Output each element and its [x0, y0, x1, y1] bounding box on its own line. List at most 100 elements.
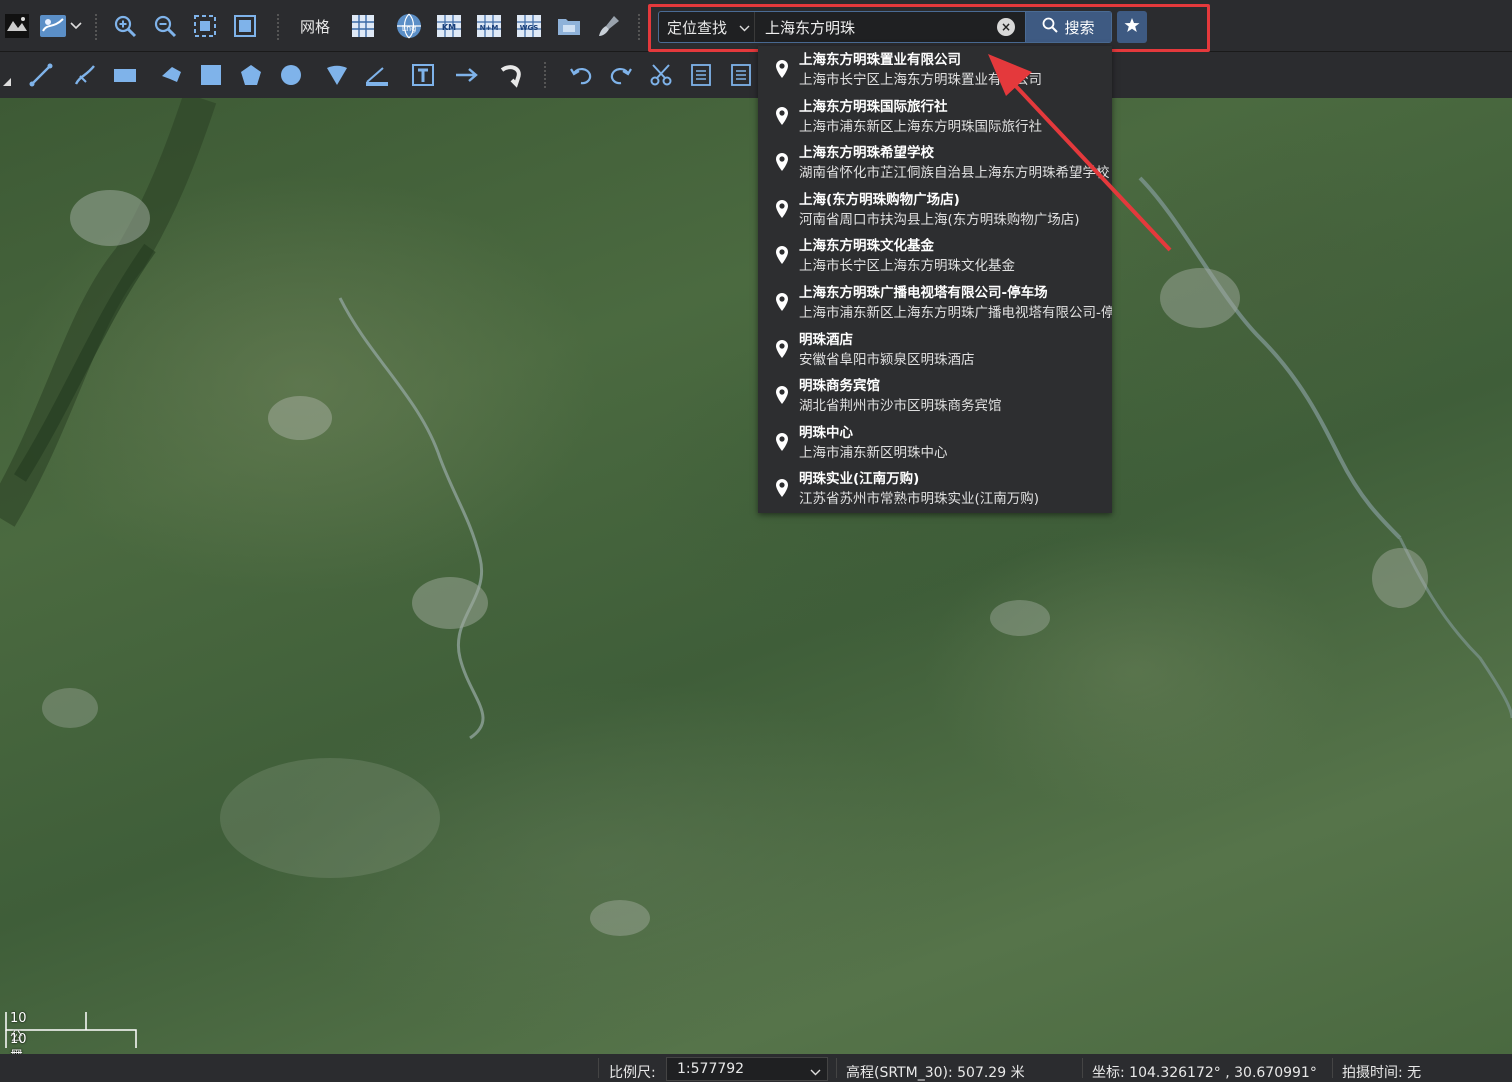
result-address: 上海市长宁区上海东方明珠置业有限公司: [799, 72, 1042, 88]
search-mode-label: 定位查找: [667, 18, 728, 37]
measure-tool-icon[interactable]: [362, 60, 392, 90]
location-pin-icon: [776, 432, 788, 455]
text-tool-icon[interactable]: [408, 60, 438, 90]
square-tool-icon[interactable]: [196, 60, 226, 90]
zoom-in-icon[interactable]: [110, 11, 140, 41]
result-name: 明珠实业(江南万购): [799, 471, 920, 488]
grid-label[interactable]: 网格: [300, 16, 330, 37]
km-grid-icon[interactable]: KM: [434, 11, 464, 41]
location-pin-icon: [776, 293, 788, 315]
list-item[interactable]: 明珠商务宾馆 湖北省荆州市沙市区明珠商务宾馆: [758, 374, 1112, 421]
app-logo-icon[interactable]: [2, 11, 32, 41]
location-pin-icon: [776, 106, 788, 129]
list-icon[interactable]: [686, 60, 716, 90]
result-address: 江苏省苏州市常熟市明珠实业(江南万购): [799, 491, 1040, 508]
point-tool-icon[interactable]: [0, 60, 14, 90]
scale-value: 1:577792: [677, 1061, 745, 1077]
list-item[interactable]: 上海东方明珠希望学校 湖南省怀化市芷江侗族自治县上海东方明珠希望学校: [758, 141, 1112, 188]
result-name: 明珠商务宾馆: [799, 378, 880, 395]
zoom-out-icon[interactable]: [150, 11, 180, 41]
polygon-outline-tool-icon[interactable]: [156, 60, 186, 90]
elevation-readout: 高程(SRTM_30): 507.29 米: [846, 1065, 1025, 1081]
result-address: 河南省周口市扶沟县上海(东方明珠购物广场店): [799, 211, 1080, 228]
result-name: 上海(东方明珠购物广场店): [799, 191, 960, 208]
map-source-icon[interactable]: [38, 11, 68, 41]
result-name: 上海东方明珠希望学校: [799, 145, 934, 162]
search-button[interactable]: 搜索: [1025, 12, 1111, 42]
polyline-tool-icon[interactable]: [26, 60, 56, 90]
status-divider: [836, 1058, 837, 1078]
coordinate-readout: 坐标: 104.326172° , 30.670991°: [1092, 1065, 1317, 1081]
scale-select[interactable]: 1:577792: [666, 1057, 828, 1081]
rectangle-tool-icon[interactable]: [110, 60, 140, 90]
search-icon: [1042, 17, 1059, 37]
pentagon-tool-icon[interactable]: [236, 60, 266, 90]
svg-text:WGS: WGS: [520, 24, 539, 32]
redo-icon[interactable]: [606, 60, 636, 90]
status-divider: [1332, 1058, 1333, 1078]
folder-icon[interactable]: [554, 11, 584, 41]
satellite-map[interactable]: [0, 98, 1512, 1054]
clear-brush-icon[interactable]: [594, 11, 624, 41]
status-bar: 比例尺: 1:577792 高程(SRTM_30): 507.29 米 坐标: …: [0, 1054, 1512, 1082]
layer-list-icon[interactable]: [726, 60, 756, 90]
search-mode-select[interactable]: 定位查找: [659, 12, 755, 42]
fullscreen-icon[interactable]: [230, 11, 260, 41]
sector-tool-icon[interactable]: [322, 60, 352, 90]
search-bar: 定位查找 × 搜索: [658, 11, 1112, 43]
result-address: 安徽省阜阳市颍泉区明珠酒店: [799, 351, 975, 368]
list-item[interactable]: 上海东方明珠文化基金 上海市长宁区上海东方明珠文化基金: [758, 234, 1112, 281]
list-item[interactable]: 明珠酒店 安徽省阜阳市颍泉区明珠酒店: [758, 328, 1112, 375]
curve-arrow-tool-icon[interactable]: [496, 60, 526, 90]
result-address: 上海市长宁区上海东方明珠文化基金: [799, 258, 1015, 275]
list-item[interactable]: 上海东方明珠国际旅行社 上海市浦东新区上海东方明珠国际旅行社: [758, 95, 1112, 142]
nm-grid-icon[interactable]: N+M: [474, 11, 504, 41]
toolbar-separator: [544, 62, 548, 88]
undo-icon[interactable]: [566, 60, 596, 90]
search-results-dropdown: 上海东方明珠置业有限公司 上海市长宁区上海东方明珠置业有限公司 上海东方明珠国际…: [758, 46, 1112, 513]
favorite-button[interactable]: [1117, 11, 1147, 43]
result-address: 上海市浦东新区明珠中心: [799, 444, 948, 461]
location-pin-icon: [776, 60, 788, 82]
status-divider: [598, 1058, 599, 1078]
location-pin-icon: [776, 479, 788, 501]
zoom-extent-icon[interactable]: [190, 11, 220, 41]
toolbar-separator: [638, 14, 642, 40]
search-button-label: 搜索: [1064, 18, 1095, 37]
svg-text:Lng: Lng: [402, 24, 417, 33]
search-input[interactable]: [755, 12, 997, 42]
result-name: 明珠酒店: [799, 331, 853, 348]
lnglat-grid-icon[interactable]: Lng: [394, 11, 424, 41]
list-item[interactable]: 上海东方明珠置业有限公司 上海市长宁区上海东方明珠置业有限公司: [758, 48, 1112, 95]
star-icon: [1124, 17, 1140, 37]
list-item[interactable]: 上海(东方明珠购物广场店) 河南省周口市扶沟县上海(东方明珠购物广场店): [758, 188, 1112, 235]
capture-time-readout: 拍摄时间: 无: [1342, 1065, 1422, 1081]
location-pin-icon: [776, 339, 788, 362]
toolbar-separator: [95, 14, 99, 40]
location-pin-icon: [776, 153, 788, 175]
clear-search-icon[interactable]: ×: [997, 18, 1015, 36]
scale-label: 比例尺:: [609, 1065, 656, 1081]
location-pin-icon: [776, 199, 788, 222]
status-divider: [1082, 1058, 1083, 1078]
wgs-grid-icon[interactable]: WGS: [514, 11, 544, 41]
result-address: 湖北省荆州市沙市区明珠商务宾馆: [799, 398, 1002, 415]
list-item[interactable]: 上海东方明珠广播电视塔有限公司-停车场 上海市浦东新区上海东方明珠广播电视塔有限…: [758, 281, 1112, 328]
freehand-tool-icon[interactable]: [70, 60, 100, 90]
toolbar-separator: [277, 14, 281, 40]
scissors-icon[interactable]: [646, 60, 676, 90]
chevron-down-icon[interactable]: [66, 11, 86, 41]
circle-tool-icon[interactable]: [276, 60, 306, 90]
location-pin-icon: [776, 246, 788, 268]
arrow-tool-icon[interactable]: [452, 60, 482, 90]
svg-text:KM: KM: [442, 23, 456, 32]
list-item[interactable]: 明珠实业(江南万购) 江苏省苏州市常熟市明珠实业(江南万购): [758, 467, 1112, 513]
result-name: 上海东方明珠文化基金: [799, 238, 934, 255]
result-address: 上海市浦东新区上海东方明珠国际旅行社: [799, 118, 1042, 135]
grid-table-icon[interactable]: [348, 11, 378, 41]
svg-text:N+M: N+M: [480, 24, 499, 32]
list-item[interactable]: 明珠中心 上海市浦东新区明珠中心: [758, 421, 1112, 468]
chevron-down-icon: [739, 18, 750, 36]
result-address: 湖南省怀化市芷江侗族自治县上海东方明珠希望学校: [799, 165, 1110, 182]
result-address: 上海市浦东新区上海东方明珠广播电视塔有限公司-停车场: [799, 305, 1112, 321]
